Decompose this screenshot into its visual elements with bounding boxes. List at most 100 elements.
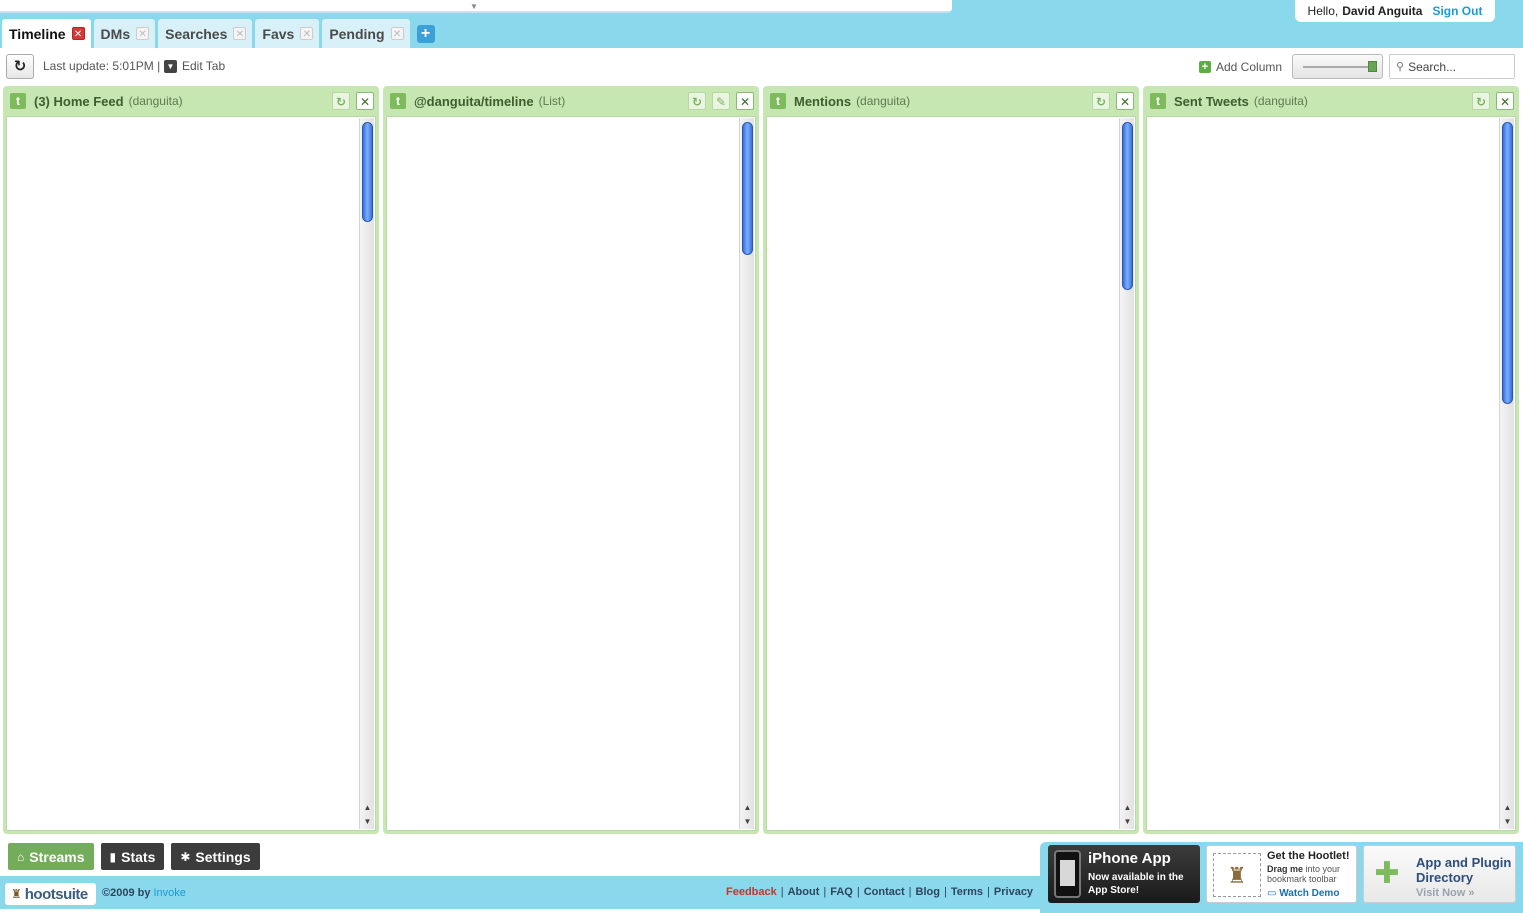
tab-label: Favs	[262, 25, 295, 42]
scrollbar[interactable]: ▲ ▼	[359, 118, 374, 829]
footer-link-privacy[interactable]: Privacy	[994, 886, 1033, 898]
bottom-nav: ⌂ Streams ▮ Stats ✱ Settings	[8, 843, 260, 870]
column-body[interactable]: ▲ ▼	[1146, 116, 1516, 831]
column-title: (3) Home Feed	[34, 93, 124, 109]
scrollbar[interactable]: ▲ ▼	[1499, 118, 1514, 829]
scroll-up-icon[interactable]: ▲	[360, 801, 375, 814]
footer-link-faq[interactable]: FAQ	[830, 886, 853, 898]
hootlet-text: Drag me into your bookmark toolbar	[1267, 864, 1355, 884]
refresh-icon[interactable]: ↻	[1472, 92, 1490, 110]
refresh-icon[interactable]: ↻	[1092, 92, 1110, 110]
scroll-up-icon[interactable]: ▲	[1120, 801, 1135, 814]
close-icon[interactable]: ✕	[136, 27, 150, 40]
scroll-down-icon[interactable]: ▼	[1120, 815, 1135, 828]
hootlet-drag-text: Drag me	[1267, 864, 1304, 874]
tab-pending[interactable]: Pending ✕	[322, 19, 410, 48]
column-header[interactable]: t (3) Home Feed (danguita) ↻ ✕	[3, 86, 379, 116]
close-icon[interactable]: ✕	[356, 92, 374, 110]
scroll-up-icon[interactable]: ▲	[1500, 801, 1515, 814]
hootsuite-logo[interactable]: ♜ hootsuite	[5, 883, 96, 905]
dropdown-arrow-icon[interactable]: ▼	[470, 3, 478, 11]
settings-button[interactable]: ✱ Settings	[171, 843, 260, 870]
column-body[interactable]: ▲ ▼	[386, 116, 756, 831]
footer-link-contact[interactable]: Contact	[864, 886, 905, 898]
iphone-app-promo[interactable]: iPhone App Now available in the App Stor…	[1048, 845, 1200, 903]
close-icon[interactable]: ✕	[71, 27, 85, 40]
column-actions: ↻ ✎ ✕	[688, 92, 754, 110]
close-icon[interactable]: ✕	[1116, 92, 1134, 110]
slider-track	[1303, 66, 1373, 68]
column-header[interactable]: t Sent Tweets (danguita) ↻ ✕	[1143, 86, 1519, 116]
scrollbar[interactable]: ▲ ▼	[1119, 118, 1134, 829]
top-dropdown-strip[interactable]: ▼	[0, 0, 952, 13]
streams-button[interactable]: ⌂ Streams	[8, 843, 94, 870]
column-body[interactable]: ▲ ▼	[766, 116, 1136, 831]
scroll-thumb[interactable]	[1502, 122, 1513, 404]
edit-tab-button[interactable]: ▼ Edit Tab	[164, 59, 225, 73]
watch-demo-label: Watch Demo	[1279, 888, 1340, 899]
refresh-all-button[interactable]: ↻	[6, 54, 34, 79]
home-icon: ⌂	[17, 849, 25, 864]
tab-timeline[interactable]: Timeline ✕	[2, 19, 91, 48]
close-icon[interactable]: ✕	[300, 27, 314, 40]
visit-now-link[interactable]: Visit Now »	[1416, 887, 1474, 899]
scroll-up-icon[interactable]: ▲	[740, 801, 755, 814]
scroll-thumb[interactable]	[742, 122, 753, 255]
close-icon[interactable]: ✕	[736, 92, 754, 110]
hootlet-promo[interactable]: ♜ Get the Hootlet! Drag me into your boo…	[1206, 845, 1357, 903]
footer-link-blog[interactable]: Blog	[916, 886, 940, 898]
pencil-icon[interactable]: ✎	[712, 92, 730, 110]
add-column-label: Add Column	[1216, 60, 1283, 74]
column-header[interactable]: t Mentions (danguita) ↻ ✕	[763, 86, 1139, 116]
plugin-directory-promo[interactable]: ✚ App and Plugin Directory Visit Now »	[1363, 845, 1516, 903]
stream-column-list-timeline: t @danguita/timeline (List) ↻ ✎ ✕ ▲ ▼	[383, 86, 759, 834]
scroll-thumb[interactable]	[362, 122, 373, 222]
scrollbar[interactable]: ▲ ▼	[739, 118, 754, 829]
bar-chart-icon: ▮	[109, 849, 117, 864]
stats-button[interactable]: ▮ Stats	[100, 843, 165, 870]
column-actions: ↻ ✕	[332, 92, 374, 110]
close-icon[interactable]: ✕	[233, 27, 247, 40]
column-width-slider[interactable]	[1292, 54, 1383, 79]
tab-favs[interactable]: Favs ✕	[255, 19, 320, 48]
footer-link-about[interactable]: About	[788, 886, 820, 898]
close-icon[interactable]: ✕	[1496, 92, 1514, 110]
tab-searches[interactable]: Searches ✕	[158, 19, 253, 48]
search-input[interactable]	[1408, 59, 1509, 74]
close-icon[interactable]: ✕	[390, 27, 404, 40]
tab-bar: Timeline ✕ DMs ✕ Searches ✕ Favs ✕ Pendi…	[2, 19, 435, 48]
column-body[interactable]: ▲ ▼	[6, 116, 376, 831]
refresh-icon: ↻	[13, 58, 27, 75]
stats-label: Stats	[121, 848, 156, 865]
plus-icon: +	[1199, 61, 1211, 73]
column-subtitle: (List)	[538, 94, 566, 108]
copyright-text: ©2009 by	[102, 887, 151, 899]
search-box: ⚲	[1389, 54, 1515, 79]
streams-label: Streams	[29, 848, 85, 865]
tab-dms[interactable]: DMs ✕	[93, 19, 156, 48]
refresh-icon[interactable]: ↻	[688, 92, 706, 110]
slider-thumb[interactable]	[1368, 61, 1377, 72]
last-update-text: Last update: 5:01PM |	[43, 59, 161, 73]
scroll-down-icon[interactable]: ▼	[360, 815, 375, 828]
logo-text: hootsuite	[24, 885, 89, 903]
puzzle-icon: ✚	[1374, 857, 1400, 890]
chevron-down-icon: ▼	[164, 59, 177, 73]
user-name: David Anguita	[1342, 4, 1423, 18]
invoke-link[interactable]: Invoke	[153, 887, 185, 899]
scroll-thumb[interactable]	[1122, 122, 1133, 290]
owl-icon[interactable]: ♜	[1213, 853, 1261, 897]
footer-link-feedback[interactable]: Feedback	[726, 886, 777, 898]
sign-out-link[interactable]: Sign Out	[1432, 4, 1482, 18]
plugin-directory-title: App and Plugin Directory	[1416, 855, 1512, 885]
scroll-down-icon[interactable]: ▼	[740, 815, 755, 828]
column-title: Sent Tweets	[1174, 93, 1249, 109]
column-header[interactable]: t @danguita/timeline (List) ↻ ✎ ✕	[383, 86, 759, 116]
add-column-button[interactable]: + Add Column	[1199, 60, 1282, 74]
add-tab-icon[interactable]: +	[416, 25, 435, 43]
footer-link-terms[interactable]: Terms	[951, 886, 983, 898]
tab-label: DMs	[100, 25, 131, 42]
watch-demo-link[interactable]: ▭ Watch Demo	[1267, 888, 1339, 899]
scroll-down-icon[interactable]: ▼	[1500, 815, 1515, 828]
refresh-icon[interactable]: ↻	[332, 92, 350, 110]
